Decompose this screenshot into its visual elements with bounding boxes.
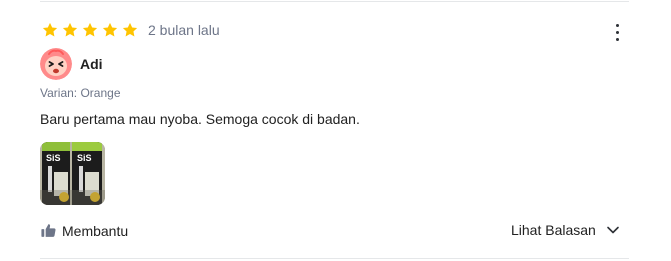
reviewer-name: Adi <box>80 56 103 72</box>
reviewer-row: Adi <box>40 48 103 80</box>
top-divider <box>40 1 629 2</box>
more-options-button[interactable] <box>608 20 626 44</box>
bottom-divider <box>40 258 629 259</box>
svg-text:SiS: SiS <box>46 153 61 163</box>
emoji-face-icon <box>40 48 72 80</box>
chevron-down-icon <box>607 226 619 234</box>
rating-row: 2 bulan lalu <box>41 21 220 39</box>
view-replies-button[interactable]: Lihat Balasan <box>511 222 620 238</box>
thumbs-up-icon <box>41 224 56 237</box>
star-icon <box>82 22 98 37</box>
more-dot-icon <box>615 30 619 34</box>
more-dot-icon <box>615 23 619 27</box>
star-icon <box>42 22 58 37</box>
review-text: Baru pertama mau nyoba. Semoga cocok di … <box>40 111 360 127</box>
star-icon <box>102 22 118 37</box>
helpful-label: Membantu <box>62 222 129 239</box>
star-rating <box>41 21 139 39</box>
helpful-button[interactable]: Membantu <box>40 222 128 239</box>
view-replies-label: Lihat Balasan <box>511 222 596 238</box>
star-icon <box>62 22 78 37</box>
svg-text:SiS: SiS <box>77 153 92 163</box>
variant-label: Varian: Orange <box>40 86 121 100</box>
review-image-thumbnail[interactable]: SiS SiS <box>40 142 105 205</box>
star-icon <box>122 22 138 37</box>
product-photo-image: SiS SiS <box>40 142 105 205</box>
more-dot-icon <box>615 37 619 41</box>
review-date: 2 bulan lalu <box>148 22 220 38</box>
